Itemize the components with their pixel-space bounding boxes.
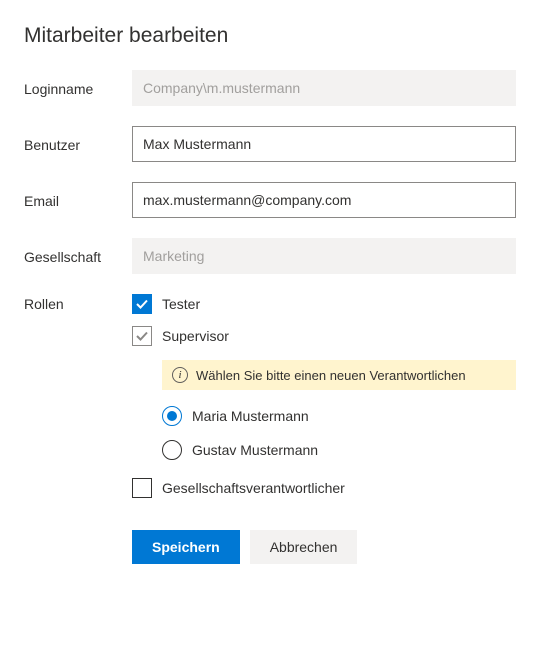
radio-gustav[interactable]: Gustav Mustermann — [162, 440, 516, 460]
radio-maria-label: Maria Mustermann — [192, 408, 309, 424]
info-banner: i Wählen Sie bitte einen neuen Verantwor… — [162, 360, 516, 390]
user-label: Benutzer — [24, 135, 132, 153]
checkmark-icon — [132, 294, 152, 314]
checkmark-icon — [132, 326, 152, 346]
role-supervisor-checkbox[interactable]: Supervisor — [132, 326, 516, 346]
role-tester-label: Tester — [162, 296, 200, 312]
role-supervisor-label: Supervisor — [162, 328, 229, 344]
user-input[interactable] — [132, 126, 516, 162]
roles-label: Rollen — [24, 294, 132, 312]
radio-icon — [162, 440, 182, 460]
save-button[interactable]: Speichern — [132, 530, 240, 564]
loginname-input — [132, 70, 516, 106]
email-label: Email — [24, 191, 132, 209]
role-company-responsible-checkbox[interactable]: Gesellschaftsverantwortlicher — [132, 478, 516, 498]
cancel-button[interactable]: Abbrechen — [250, 530, 358, 564]
company-input — [132, 238, 516, 274]
checkbox-icon — [132, 478, 152, 498]
info-icon: i — [172, 367, 188, 383]
company-label: Gesellschaft — [24, 247, 132, 265]
radio-icon — [162, 406, 182, 426]
radio-gustav-label: Gustav Mustermann — [192, 442, 318, 458]
role-company-responsible-label: Gesellschaftsverantwortlicher — [162, 480, 345, 496]
loginname-label: Loginname — [24, 79, 132, 97]
page-title: Mitarbeiter bearbeiten — [24, 24, 516, 48]
role-tester-checkbox[interactable]: Tester — [132, 294, 516, 314]
email-input[interactable] — [132, 182, 516, 218]
info-text: Wählen Sie bitte einen neuen Verantwortl… — [196, 368, 466, 383]
radio-maria[interactable]: Maria Mustermann — [162, 406, 516, 426]
